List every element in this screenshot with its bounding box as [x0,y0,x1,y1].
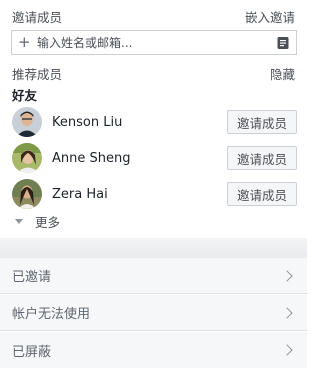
invite-members-title: 邀请成员 [12,9,63,25]
invite-search-box[interactable]: + [11,30,297,55]
show-more-button[interactable]: 更多 [15,212,60,230]
show-more-label: 更多 [35,214,61,230]
plus-icon: + [18,33,31,51]
friend-name: Zera Hai [52,186,108,202]
invite-button[interactable]: 邀请成员 [227,182,297,206]
chevron-right-icon [281,269,293,282]
blocked-label: 已屏蔽 [12,344,52,360]
hide-recommended-link[interactable]: 隐藏 [270,64,295,83]
friend-row: Anne Sheng 邀请成员 [12,142,297,174]
section-divider [0,238,307,258]
friends-subheading: 好友 [12,88,38,103]
unavailable-accounts-label: 帐户无法使用 [12,307,91,322]
invite-button[interactable]: 邀请成员 [227,110,297,134]
invited-row[interactable]: 已邀请 [0,258,307,294]
friend-row: Kenson Liu 邀请成员 [12,106,297,138]
caret-down-icon [15,218,23,224]
invite-button[interactable]: 邀请成员 [227,146,297,170]
unavailable-accounts-row[interactable]: 帐户无法使用 [0,295,307,331]
avatar[interactable] [12,143,42,173]
invite-search-input[interactable] [37,35,276,50]
friend-name: Anne Sheng [52,150,131,166]
contact-book-icon[interactable] [276,36,290,50]
chevron-right-icon [281,344,293,356]
avatar[interactable] [12,179,42,209]
avatar[interactable] [12,107,42,137]
invite-panel: 邀请成员 嵌入邀请 + 推荐成员 隐藏 好友 Kenson Liu 邀请成员 [0,0,307,238]
recommended-header: 推荐成员 隐藏 [12,64,295,82]
embed-invite-link[interactable]: 嵌入邀请 [245,7,295,26]
chevron-right-icon [281,306,293,319]
invite-header: 邀请成员 嵌入邀请 [12,6,295,26]
invited-label: 已邀请 [12,270,52,285]
blocked-row[interactable]: 已屏蔽 [0,332,307,368]
recommended-members-title: 推荐成员 [12,66,63,82]
friend-name: Kenson Liu [52,114,123,130]
friend-row: Zera Hai 邀请成员 [12,178,297,210]
